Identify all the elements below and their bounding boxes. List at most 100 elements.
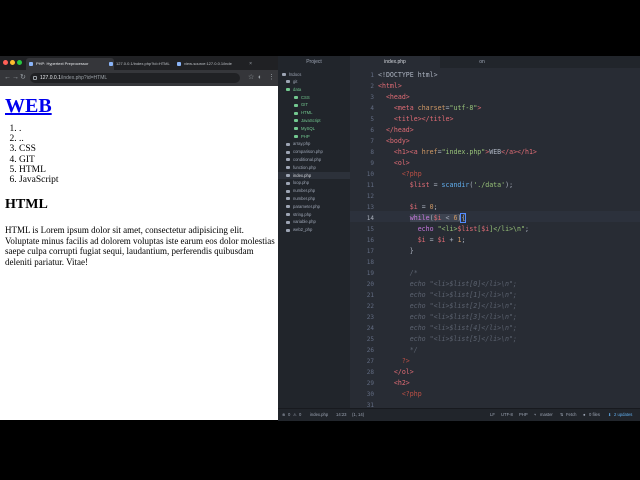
line-number: 25 (366, 336, 374, 343)
forward-icon[interactable]: → (12, 73, 19, 83)
reload-icon[interactable]: ↻ (20, 73, 26, 83)
cursor-position[interactable]: 14:23 (336, 409, 346, 421)
bookmark-star-icon[interactable]: ☆ (248, 73, 254, 83)
code-line: while($i < 6){ (409, 213, 467, 223)
tree-label: function.php (293, 164, 316, 170)
tree-item[interactable]: conditional.php (278, 156, 350, 163)
tree-item[interactable]: parameter.php (278, 203, 350, 210)
git-fetch[interactable]: Fetch (566, 409, 576, 421)
error-icon[interactable]: ⊗ (282, 409, 286, 421)
code-line: echo "<li>$list[1]</li>\n"; (409, 291, 517, 299)
browser-tab-index[interactable]: 127.0.0.1/index.php?id=HTML × (106, 58, 182, 70)
browser-window: PHP: Hypertext Preprocessor × 127.0.0.1/… (0, 56, 278, 420)
file-icon (286, 197, 290, 201)
tree-item[interactable]: number.php (278, 195, 350, 202)
file-icon (286, 205, 290, 209)
extension-icon[interactable]: ◐ (258, 73, 262, 83)
tree-item[interactable]: MySQL (278, 125, 350, 132)
code-line: <?php (401, 170, 422, 178)
tree-label: number.php (293, 188, 316, 194)
github-icon: ● (583, 412, 586, 417)
line-number: 18 (366, 259, 374, 266)
tree-label: loop.php (293, 180, 310, 186)
file-icon (294, 119, 298, 123)
close-tab-icon[interactable]: × (249, 58, 252, 70)
maximize-window-icon[interactable] (17, 60, 22, 65)
line-number: 14 (366, 215, 374, 222)
tree-item[interactable]: function.php (278, 164, 350, 171)
tree-item[interactable]: loop.php (278, 179, 350, 186)
tree-item[interactable]: git (278, 78, 350, 85)
browser-tab-view-source[interactable]: view-source:127.0.0.1/inde × (174, 58, 254, 70)
file-icon (286, 189, 290, 193)
code-area[interactable]: <!DOCTYPE html> <html> <head> <meta char… (378, 68, 640, 408)
line-number: 22 (366, 303, 374, 310)
tree-item[interactable]: string.php (278, 211, 350, 218)
topic-paragraph: HTML is Lorem ipsum dolor sit amet, cons… (5, 225, 275, 267)
encoding[interactable]: UTF-8 (501, 409, 513, 421)
list-item: . (19, 124, 275, 134)
line-number: 9 (370, 160, 374, 167)
line-number: 12 (366, 193, 374, 200)
tree-label: CSS (301, 94, 310, 100)
code-line: <ol> (393, 159, 410, 167)
code-line: </ol> (393, 368, 414, 376)
minimize-window-icon[interactable] (10, 60, 15, 65)
tree-item[interactable]: HTML (278, 109, 350, 116)
folder-icon (286, 80, 290, 84)
tree-item[interactable]: PHP (278, 133, 350, 140)
tab-label: 127.0.0.1/index.php?id=HTML (116, 61, 170, 66)
line-number: 27 (366, 358, 374, 365)
code-line: echo "<li>$list[5]</li>\n"; (409, 335, 517, 343)
line-number: 30 (366, 391, 374, 398)
tree-label: GIT (301, 102, 308, 108)
tree-label: comparison.php (293, 149, 323, 155)
tree-item[interactable]: data (278, 86, 350, 93)
list-item: JavaScript (19, 175, 275, 185)
file-icon (286, 166, 290, 170)
tree-item[interactable]: web2_php (278, 226, 350, 233)
grammar[interactable]: PHP (519, 409, 528, 421)
git-branch[interactable]: master (540, 409, 553, 421)
tree-item[interactable]: number.php (278, 187, 350, 194)
code-line: <html> (378, 82, 402, 90)
tab-project[interactable]: Project (278, 56, 350, 68)
changed-files[interactable]: 0 files (589, 409, 600, 421)
tree-item[interactable]: JavaScript (278, 117, 350, 124)
tree-item[interactable]: variable.php (278, 218, 350, 225)
favicon-icon (109, 62, 113, 66)
tree-item[interactable]: GIT (278, 101, 350, 108)
tab-other[interactable]: on (440, 56, 524, 68)
file-icon (294, 111, 298, 115)
browser-tab-php[interactable]: PHP: Hypertext Preprocessor × (26, 58, 114, 70)
line-number: 7 (370, 138, 374, 145)
tree-item[interactable]: CSS (278, 94, 350, 101)
tree-item[interactable]: index.php (278, 171, 350, 179)
updates[interactable]: 2 updates (614, 409, 632, 421)
address-bar[interactable]: 127.0.0.1/index.php?id=HTML (30, 73, 240, 83)
browser-tab-bar: PHP: Hypertext Preprocessor × 127.0.0.1/… (0, 56, 278, 70)
close-window-icon[interactable] (3, 60, 8, 65)
page-title: WEB (5, 94, 275, 118)
tree-item[interactable]: array.php (278, 140, 350, 147)
code-line: echo "<li>$list[$i]</li>\n"; (417, 225, 529, 233)
code-line: /* (409, 269, 418, 277)
tree-root-folder[interactable]: htdocs (282, 71, 301, 78)
file-icon (286, 150, 290, 154)
line-number: 20 (366, 281, 374, 288)
tree-label: data (293, 86, 302, 92)
status-file[interactable]: index.php (310, 409, 328, 421)
code-line: <title></title> (393, 115, 454, 123)
menu-dots-icon[interactable]: ⋮ (268, 73, 275, 83)
warning-icon[interactable]: ⚠ (293, 409, 297, 421)
code-line: } (378, 247, 414, 255)
tab-index-php[interactable]: index.php (350, 56, 440, 68)
web-home-link[interactable]: WEB (5, 95, 52, 117)
code-line: $i = $i + 1; (417, 236, 466, 244)
tree-item[interactable]: comparison.php (278, 148, 350, 155)
code-line: echo "<li>$list[0]</li>\n"; (409, 280, 517, 288)
file-icon (294, 127, 298, 131)
back-icon[interactable]: ← (4, 73, 11, 83)
line-ending[interactable]: LF (490, 409, 495, 421)
line-number: 13 (366, 204, 374, 211)
